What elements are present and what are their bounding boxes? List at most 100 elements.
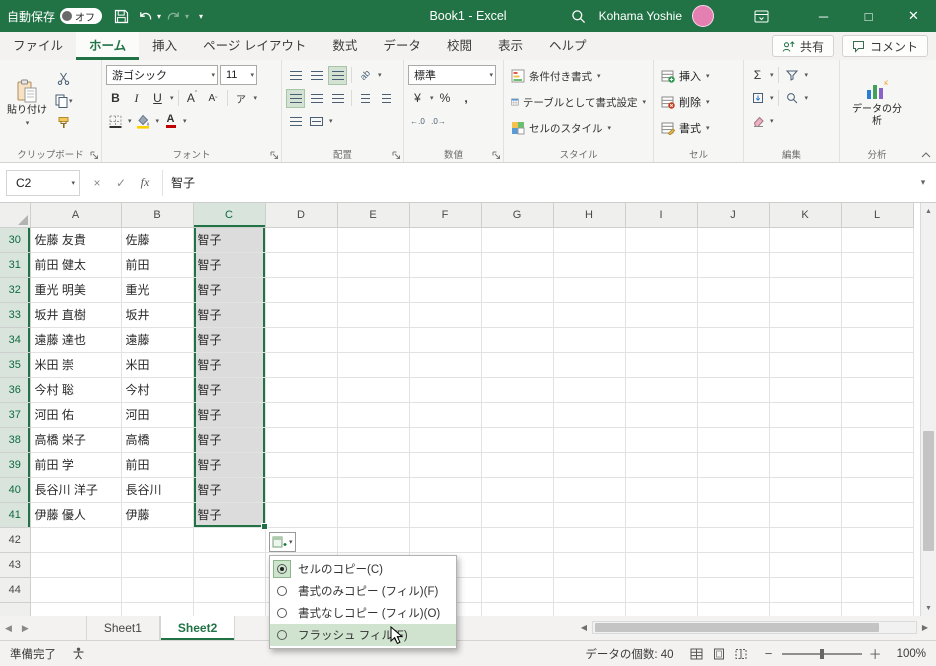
cell[interactable] (841, 327, 914, 353)
column-header-h[interactable]: H (553, 203, 626, 228)
cell[interactable]: 坂井 直樹 (30, 302, 122, 328)
font-size-select[interactable]: 11 ▾ (220, 65, 257, 85)
cell[interactable] (553, 577, 626, 603)
cell[interactable] (553, 352, 626, 378)
cell[interactable] (553, 302, 626, 328)
cell[interactable] (337, 427, 410, 453)
cell[interactable] (697, 402, 770, 428)
tab-data[interactable]: データ (370, 32, 434, 60)
cell[interactable] (841, 302, 914, 328)
conditional-formatting-button[interactable]: 条件付き書式 ▾ (508, 63, 649, 89)
column-header-g[interactable]: G (481, 203, 554, 228)
sheet-nav-right[interactable]: ▶ (17, 616, 34, 640)
cell[interactable] (409, 527, 482, 553)
close-button[interactable]: ✕ (891, 0, 936, 32)
column-header-f[interactable]: F (409, 203, 482, 228)
align-top-button[interactable] (286, 66, 305, 85)
cell[interactable] (769, 402, 842, 428)
cell[interactable] (481, 427, 554, 453)
menu-item-fill-formatting-only[interactable]: 書式のみコピー (フィル)(F) (270, 580, 456, 602)
cell[interactable]: 高橋 (121, 427, 194, 453)
cell[interactable] (337, 227, 410, 253)
decrease-decimal-button[interactable]: .0→ (429, 112, 448, 131)
cell[interactable] (553, 402, 626, 428)
cell[interactable] (337, 277, 410, 303)
zoom-in-button[interactable]: ＋ (869, 644, 882, 663)
cell[interactable] (553, 552, 626, 578)
column-header-l[interactable]: L (841, 203, 914, 228)
cell[interactable] (481, 277, 554, 303)
row-header[interactable]: 36 (0, 377, 31, 403)
row-header[interactable]: 40 (0, 477, 31, 503)
tab-formulas[interactable]: 数式 (319, 32, 370, 60)
row-header[interactable]: 41 (0, 502, 31, 528)
font-dialog-launcher[interactable] (270, 151, 279, 160)
cell[interactable] (409, 502, 482, 528)
cell[interactable] (697, 602, 770, 616)
horizontal-scroll-thumb[interactable] (595, 623, 880, 632)
cell[interactable] (553, 227, 626, 253)
ribbon-display-options-button[interactable] (744, 0, 778, 32)
cell[interactable] (481, 452, 554, 478)
align-left-button[interactable] (286, 88, 305, 108)
cell[interactable] (409, 377, 482, 403)
cell[interactable] (625, 352, 698, 378)
cell[interactable] (769, 227, 842, 253)
tab-file[interactable]: ファイル (0, 32, 76, 60)
cell[interactable] (697, 477, 770, 503)
redo-button[interactable] (161, 0, 185, 32)
cell[interactable] (265, 227, 338, 253)
currency-button[interactable]: ¥ (408, 89, 427, 108)
delete-cells-button[interactable]: 削除 ▾ (658, 89, 739, 115)
zoom-slider-thumb[interactable] (819, 648, 824, 659)
cell[interactable] (769, 352, 842, 378)
column-header-b[interactable]: B (121, 203, 194, 228)
cell[interactable] (697, 502, 770, 528)
cell[interactable] (481, 502, 554, 528)
cell[interactable] (553, 452, 626, 478)
cell[interactable] (481, 527, 554, 553)
share-button[interactable]: 共有 (771, 35, 834, 57)
increase-indent-button[interactable] (377, 89, 396, 108)
scroll-down-arrow[interactable]: ▼ (921, 600, 936, 616)
row-header[interactable]: 43 (0, 552, 31, 578)
cell[interactable] (625, 502, 698, 528)
cell[interactable] (553, 252, 626, 278)
menu-item-fill-without-formatting[interactable]: 書式なしコピー (フィル)(O) (270, 602, 456, 624)
cell[interactable] (625, 302, 698, 328)
cell[interactable] (841, 452, 914, 478)
cell[interactable] (193, 552, 266, 578)
cell-styles-button[interactable]: セルのスタイル ▾ (508, 115, 649, 141)
cell[interactable] (265, 302, 338, 328)
cell[interactable] (553, 602, 626, 616)
cell[interactable] (121, 577, 194, 603)
cut-button[interactable] (54, 69, 74, 88)
cell[interactable]: 智子 (193, 402, 266, 428)
percent-button[interactable]: % (436, 89, 455, 108)
clear-button[interactable] (748, 112, 767, 131)
cell[interactable] (697, 452, 770, 478)
cell[interactable] (481, 377, 554, 403)
cell[interactable] (265, 402, 338, 428)
cell[interactable] (409, 252, 482, 278)
fill-button[interactable] (748, 89, 767, 108)
cell[interactable] (769, 327, 842, 353)
cell[interactable] (337, 252, 410, 278)
underline-button[interactable]: U (148, 89, 167, 108)
cell[interactable]: 重光 明美 (30, 277, 122, 303)
sort-filter-button[interactable] (783, 66, 802, 85)
cell[interactable] (769, 452, 842, 478)
cell[interactable] (697, 277, 770, 303)
cell[interactable] (625, 552, 698, 578)
cell[interactable] (481, 227, 554, 253)
cell[interactable] (409, 277, 482, 303)
cell[interactable] (481, 402, 554, 428)
cell[interactable]: 智子 (193, 427, 266, 453)
row-header[interactable]: 44 (0, 577, 31, 603)
cell[interactable] (553, 377, 626, 403)
align-center-button[interactable] (307, 89, 326, 108)
cell[interactable] (697, 327, 770, 353)
cell[interactable] (30, 577, 122, 603)
cell[interactable] (265, 352, 338, 378)
cell[interactable] (697, 252, 770, 278)
